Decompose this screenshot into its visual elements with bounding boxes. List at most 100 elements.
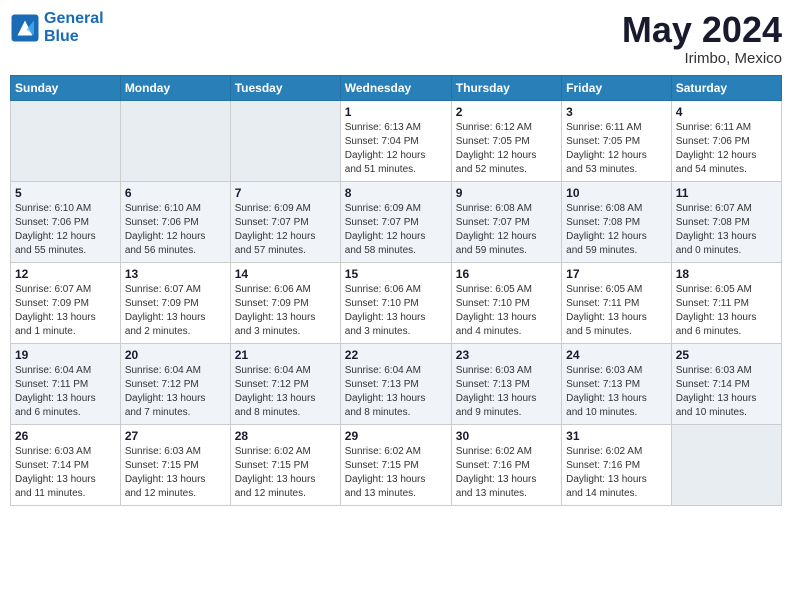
day-cell: 20 Sunrise: 6:04 AM Sunset: 7:12 PM Dayli… bbox=[120, 343, 230, 424]
day-cell: 21 Sunrise: 6:04 AM Sunset: 7:12 PM Dayli… bbox=[230, 343, 340, 424]
day-number: 21 bbox=[235, 348, 336, 362]
day-info: Sunrise: 6:10 AM Sunset: 7:06 PM Dayligh… bbox=[125, 202, 226, 258]
day-info: Sunrise: 6:05 AM Sunset: 7:11 PM Dayligh… bbox=[676, 283, 777, 339]
day-cell: 11 Sunrise: 6:07 AM Sunset: 7:08 PM Dayli… bbox=[671, 181, 781, 262]
day-info: Sunrise: 6:07 AM Sunset: 7:09 PM Dayligh… bbox=[125, 283, 226, 339]
calendar-header: SundayMondayTuesdayWednesdayThursdayFrid… bbox=[11, 75, 782, 100]
day-info: Sunrise: 6:03 AM Sunset: 7:13 PM Dayligh… bbox=[456, 364, 557, 420]
day-cell: 8 Sunrise: 6:09 AM Sunset: 7:07 PM Daylig… bbox=[340, 181, 451, 262]
day-cell: 18 Sunrise: 6:05 AM Sunset: 7:11 PM Dayli… bbox=[671, 262, 781, 343]
day-cell: 9 Sunrise: 6:08 AM Sunset: 7:07 PM Daylig… bbox=[451, 181, 561, 262]
month-year: May 2024 bbox=[622, 10, 782, 50]
day-info: Sunrise: 6:08 AM Sunset: 7:07 PM Dayligh… bbox=[456, 202, 557, 258]
day-info: Sunrise: 6:05 AM Sunset: 7:11 PM Dayligh… bbox=[566, 283, 667, 339]
day-cell: 3Sunrise: 6:11 AM Sunset: 7:05 PM Daylig… bbox=[562, 100, 672, 181]
title-block: May 2024 Irimbo, Mexico bbox=[622, 10, 782, 67]
day-info: Sunrise: 6:03 AM Sunset: 7:14 PM Dayligh… bbox=[15, 445, 116, 501]
day-cell: 5Sunrise: 6:10 AM Sunset: 7:06 PM Daylig… bbox=[11, 181, 121, 262]
day-number: 30 bbox=[456, 429, 557, 443]
day-header-monday: Monday bbox=[120, 75, 230, 100]
day-info: Sunrise: 6:06 AM Sunset: 7:09 PM Dayligh… bbox=[235, 283, 336, 339]
day-cell bbox=[11, 100, 121, 181]
day-cell bbox=[230, 100, 340, 181]
day-number: 15 bbox=[345, 267, 447, 281]
day-info: Sunrise: 6:09 AM Sunset: 7:07 PM Dayligh… bbox=[235, 202, 336, 258]
day-cell: 31 Sunrise: 6:02 AM Sunset: 7:16 PM Dayli… bbox=[562, 424, 672, 505]
day-info: Sunrise: 6:06 AM Sunset: 7:10 PM Dayligh… bbox=[345, 283, 447, 339]
week-row-1: 1Sunrise: 6:13 AM Sunset: 7:04 PM Daylig… bbox=[11, 100, 782, 181]
day-number: 24 bbox=[566, 348, 667, 362]
day-cell: 2Sunrise: 6:12 AM Sunset: 7:05 PM Daylig… bbox=[451, 100, 561, 181]
day-number: 20 bbox=[125, 348, 226, 362]
day-info: Sunrise: 6:07 AM Sunset: 7:08 PM Dayligh… bbox=[676, 202, 777, 258]
day-cell: 22 Sunrise: 6:04 AM Sunset: 7:13 PM Dayli… bbox=[340, 343, 451, 424]
day-header-friday: Friday bbox=[562, 75, 672, 100]
day-info: Sunrise: 6:03 AM Sunset: 7:15 PM Dayligh… bbox=[125, 445, 226, 501]
day-info: Sunrise: 6:04 AM Sunset: 7:13 PM Dayligh… bbox=[345, 364, 447, 420]
day-header-wednesday: Wednesday bbox=[340, 75, 451, 100]
week-row-2: 5 Sunrise: 6:10 AM Sunset: 7:06 PM Daylig… bbox=[11, 181, 782, 262]
day-cell: 19Sunrise: 6:04 AM Sunset: 7:11 PM Dayli… bbox=[11, 343, 121, 424]
day-number: 31 bbox=[566, 429, 667, 443]
day-cell: 29Sunrise: 6:02 AM Sunset: 7:15 PM Dayli… bbox=[340, 424, 451, 505]
day-number: 1 bbox=[345, 105, 447, 119]
day-number: 8 bbox=[345, 186, 447, 200]
day-number: 14 bbox=[235, 267, 336, 281]
day-cell: 13Sunrise: 6:07 AM Sunset: 7:09 PM Dayli… bbox=[120, 262, 230, 343]
page: General Blue May 2024 Irimbo, Mexico Sun… bbox=[0, 0, 792, 612]
day-header-sunday: Sunday bbox=[11, 75, 121, 100]
day-number: 28 bbox=[235, 429, 336, 443]
day-number: 3 bbox=[566, 105, 667, 119]
day-cell: 30 Sunrise: 6:02 AM Sunset: 7:16 PM Dayli… bbox=[451, 424, 561, 505]
day-cell: 24 Sunrise: 6:03 AM Sunset: 7:13 PM Dayli… bbox=[562, 343, 672, 424]
logo-text: General Blue bbox=[44, 10, 104, 45]
day-info: Sunrise: 6:04 AM Sunset: 7:12 PM Dayligh… bbox=[235, 364, 336, 420]
day-info: Sunrise: 6:02 AM Sunset: 7:16 PM Dayligh… bbox=[566, 445, 667, 501]
day-number: 4 bbox=[676, 105, 777, 119]
location: Irimbo, Mexico bbox=[622, 50, 782, 67]
day-cell: 23Sunrise: 6:03 AM Sunset: 7:13 PM Dayli… bbox=[451, 343, 561, 424]
day-cell: 25 Sunrise: 6:03 AM Sunset: 7:14 PM Dayli… bbox=[671, 343, 781, 424]
day-cell: 27 Sunrise: 6:03 AM Sunset: 7:15 PM Dayli… bbox=[120, 424, 230, 505]
day-cell: 26 Sunrise: 6:03 AM Sunset: 7:14 PM Dayli… bbox=[11, 424, 121, 505]
week-row-4: 19Sunrise: 6:04 AM Sunset: 7:11 PM Dayli… bbox=[11, 343, 782, 424]
day-info: Sunrise: 6:03 AM Sunset: 7:13 PM Dayligh… bbox=[566, 364, 667, 420]
day-info: Sunrise: 6:09 AM Sunset: 7:07 PM Dayligh… bbox=[345, 202, 447, 258]
day-number: 26 bbox=[15, 429, 116, 443]
day-number: 2 bbox=[456, 105, 557, 119]
day-header-saturday: Saturday bbox=[671, 75, 781, 100]
day-cell: 7Sunrise: 6:09 AM Sunset: 7:07 PM Daylig… bbox=[230, 181, 340, 262]
day-number: 25 bbox=[676, 348, 777, 362]
logo: General Blue bbox=[10, 10, 104, 45]
day-info: Sunrise: 6:02 AM Sunset: 7:15 PM Dayligh… bbox=[235, 445, 336, 501]
day-cell: 14 Sunrise: 6:06 AM Sunset: 7:09 PM Dayli… bbox=[230, 262, 340, 343]
day-cell: 17Sunrise: 6:05 AM Sunset: 7:11 PM Dayli… bbox=[562, 262, 672, 343]
day-info: Sunrise: 6:05 AM Sunset: 7:10 PM Dayligh… bbox=[456, 283, 557, 339]
day-number: 18 bbox=[676, 267, 777, 281]
week-row-3: 12 Sunrise: 6:07 AM Sunset: 7:09 PM Dayli… bbox=[11, 262, 782, 343]
day-info: Sunrise: 6:03 AM Sunset: 7:14 PM Dayligh… bbox=[676, 364, 777, 420]
logo-icon bbox=[10, 13, 40, 43]
day-cell: 1Sunrise: 6:13 AM Sunset: 7:04 PM Daylig… bbox=[340, 100, 451, 181]
day-cell: 28 Sunrise: 6:02 AM Sunset: 7:15 PM Dayli… bbox=[230, 424, 340, 505]
day-number: 22 bbox=[345, 348, 447, 362]
calendar-body: 1Sunrise: 6:13 AM Sunset: 7:04 PM Daylig… bbox=[11, 100, 782, 505]
day-number: 29 bbox=[345, 429, 447, 443]
day-info: Sunrise: 6:02 AM Sunset: 7:16 PM Dayligh… bbox=[456, 445, 557, 501]
day-number: 27 bbox=[125, 429, 226, 443]
day-cell bbox=[671, 424, 781, 505]
day-number: 9 bbox=[456, 186, 557, 200]
day-number: 5 bbox=[15, 186, 116, 200]
day-number: 12 bbox=[15, 267, 116, 281]
day-info: Sunrise: 6:04 AM Sunset: 7:12 PM Dayligh… bbox=[125, 364, 226, 420]
day-number: 16 bbox=[456, 267, 557, 281]
header: General Blue May 2024 Irimbo, Mexico bbox=[10, 10, 782, 67]
day-number: 6 bbox=[125, 186, 226, 200]
day-header-tuesday: Tuesday bbox=[230, 75, 340, 100]
day-number: 10 bbox=[566, 186, 667, 200]
day-info: Sunrise: 6:08 AM Sunset: 7:08 PM Dayligh… bbox=[566, 202, 667, 258]
day-header-thursday: Thursday bbox=[451, 75, 561, 100]
day-cell: 15 Sunrise: 6:06 AM Sunset: 7:10 PM Dayli… bbox=[340, 262, 451, 343]
day-number: 11 bbox=[676, 186, 777, 200]
day-info: Sunrise: 6:04 AM Sunset: 7:11 PM Dayligh… bbox=[15, 364, 116, 420]
